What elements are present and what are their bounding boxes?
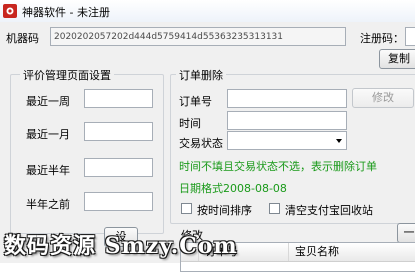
chevron-down-icon xyxy=(336,139,342,143)
date-format-text: 日期格式2008-08-08 xyxy=(179,182,287,195)
order-list-grid[interactable]: 订单号 宝贝名称 xyxy=(180,242,415,272)
order-delete-title: 订单删除 xyxy=(176,67,226,83)
column-item-name[interactable]: 宝贝名称 xyxy=(289,243,415,261)
recent-week-label: 最近一周 xyxy=(26,95,70,108)
recent-month-label: 最近一月 xyxy=(26,128,70,141)
grid-corner xyxy=(181,243,199,261)
reg-code-label: 注册码： xyxy=(360,32,404,45)
machine-code-field[interactable]: 2020202057202d444d5759414d55363235313131 xyxy=(50,27,346,46)
app-icon xyxy=(3,4,17,18)
delete-hint-text: 时间不填且交易状态不选，表示删除订单 xyxy=(179,160,377,173)
time-label: 时间 xyxy=(179,117,201,130)
trade-status-label: 交易状态 xyxy=(179,137,223,150)
review-settings-title: 评价管理页面设置 xyxy=(20,67,114,83)
copy-button[interactable]: 复制 xyxy=(379,49,415,69)
clear-recycle-checkbox[interactable] xyxy=(269,203,280,214)
clear-recycle-label: 清空支付宝回收站 xyxy=(285,204,373,217)
before-half-year-label: 半年之前 xyxy=(26,198,70,211)
recent-month-input[interactable] xyxy=(84,122,153,141)
recent-half-year-input[interactable] xyxy=(84,158,153,177)
title-bar: 神器软件 - 未注册 xyxy=(0,0,415,23)
order-no-label: 订单号 xyxy=(179,95,212,108)
window-title: 神器软件 - 未注册 xyxy=(22,6,110,19)
time-input[interactable] xyxy=(227,111,347,130)
modify-button[interactable]: 修改 xyxy=(352,88,414,108)
sort-by-time-label: 按时间排序 xyxy=(197,204,252,217)
list-action-button[interactable]: 一 xyxy=(397,223,415,243)
trade-status-select[interactable] xyxy=(227,131,347,150)
column-order-no[interactable]: 订单号 xyxy=(199,243,289,261)
before-half-year-input[interactable] xyxy=(84,192,153,211)
modify-list-title: 修改 xyxy=(181,229,203,242)
recent-half-year-label: 最近半年 xyxy=(26,164,70,177)
order-no-input[interactable] xyxy=(227,89,347,108)
grid-header: 订单号 宝贝名称 xyxy=(181,243,415,262)
recent-week-input[interactable] xyxy=(84,89,153,108)
machine-code-label: 机器码 xyxy=(6,32,39,45)
client-area: 机器码 2020202057202d444d5759414d5536323531… xyxy=(0,22,415,272)
reg-code-field[interactable] xyxy=(405,27,415,46)
sort-by-time-checkbox[interactable] xyxy=(181,203,192,214)
review-save-button[interactable]: 设 xyxy=(104,227,138,247)
